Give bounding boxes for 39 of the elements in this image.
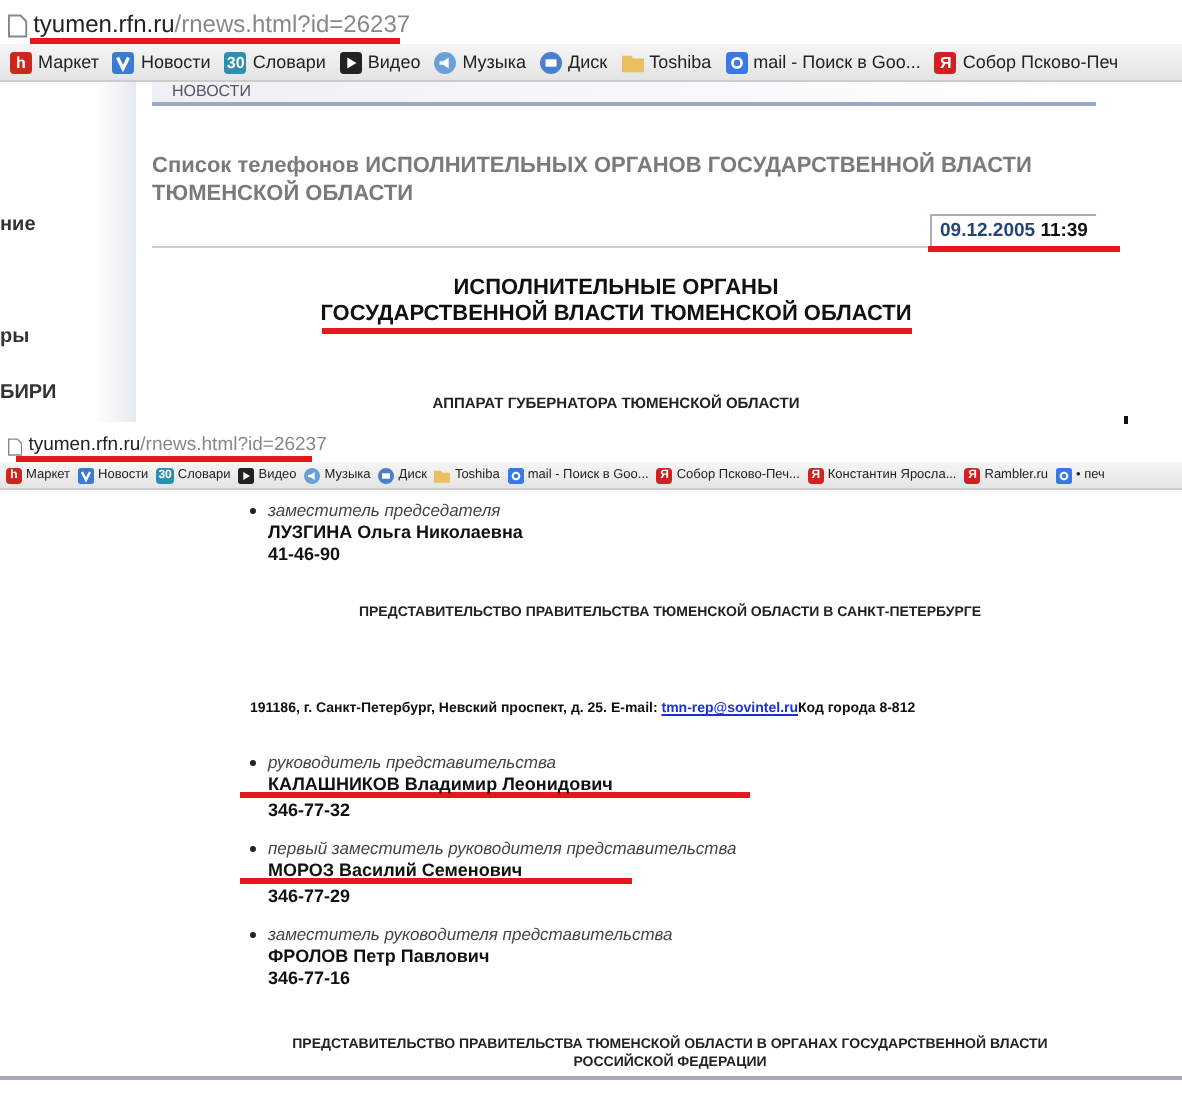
sidebar-item[interactable]: ние	[0, 214, 136, 236]
phone-number: 41-46-90	[268, 544, 343, 564]
bullet-icon	[250, 508, 256, 514]
person-name: ЛУЗГИНА Ольга Николаевна	[268, 522, 523, 542]
position-title: заместитель руководителя представительства	[268, 924, 673, 945]
bookmark-link[interactable]: Новости	[140, 52, 211, 72]
bullet-icon	[250, 760, 256, 767]
sidebar-item[interactable]: ры	[0, 326, 136, 348]
person-name: ФРОЛОВ Петр Павлович	[268, 946, 492, 967]
address-bar[interactable]: tyumen.rfn.ru/rnews.html?id=26237	[28, 433, 327, 456]
heading: ГОСУДАРСТВЕННОЙ ВЛАСТИ ТЮМЕНСКОЙ ОБЛАСТИ	[320, 302, 912, 330]
date-stamp: 09.12.2005 11:39	[930, 213, 1096, 245]
bookmark-link[interactable]: Словари	[252, 52, 326, 72]
bookmark-link[interactable]: Собор Псково-Печ	[962, 52, 1119, 72]
heading: ИСПОЛНИТЕЛЬНЫЕ ОРГАНЫ	[453, 275, 779, 300]
phone-number: 346-77-29	[268, 886, 353, 907]
sidebar-item[interactable]: БИРИ	[0, 382, 136, 404]
position-title: заместитель председателя	[268, 500, 503, 520]
bullet-icon	[250, 932, 256, 939]
position-title: первый заместитель руководителя представительства	[268, 838, 737, 859]
bookmark-icon: 30	[224, 51, 247, 73]
bullet-icon	[250, 846, 256, 853]
bookmark-link[interactable]: mail - Поиск в Goo...	[753, 52, 921, 72]
phone-number: 346-77-16	[268, 968, 353, 989]
page-title: Список телефонов ИСПОЛНИТЕЛЬНЫХ ОРГАНОВ ГОСУДАРСТВЕННОЙ ВЛАСТИ ТЮМЕНСКОЙ ОБЛАСТИ	[152, 154, 1034, 209]
page-icon	[8, 14, 28, 38]
bookmark-icon: h	[10, 51, 32, 73]
person-name: КАЛАШНИКОВ Владимир Леонидович	[268, 774, 615, 795]
bookmark-link[interactable]: Видео	[367, 52, 421, 72]
bookmark-link[interactable]: Маркет	[38, 52, 99, 72]
bookmark-link[interactable]: Музыка	[462, 52, 527, 72]
bookmark-link[interactable]: Toshiba	[649, 52, 712, 72]
person-name: МОРОЗ Василий Семенович	[268, 860, 525, 881]
phone-number: 346-77-32	[268, 800, 353, 821]
page-icon	[8, 438, 23, 456]
bookmark-icon: Я	[934, 51, 957, 73]
bookmark-link[interactable]: Диск	[568, 52, 608, 72]
position-title: руководитель представительства	[268, 752, 558, 773]
address-bar[interactable]: tyumen.rfn.ru/rnews.html?id=26237	[33, 9, 411, 38]
